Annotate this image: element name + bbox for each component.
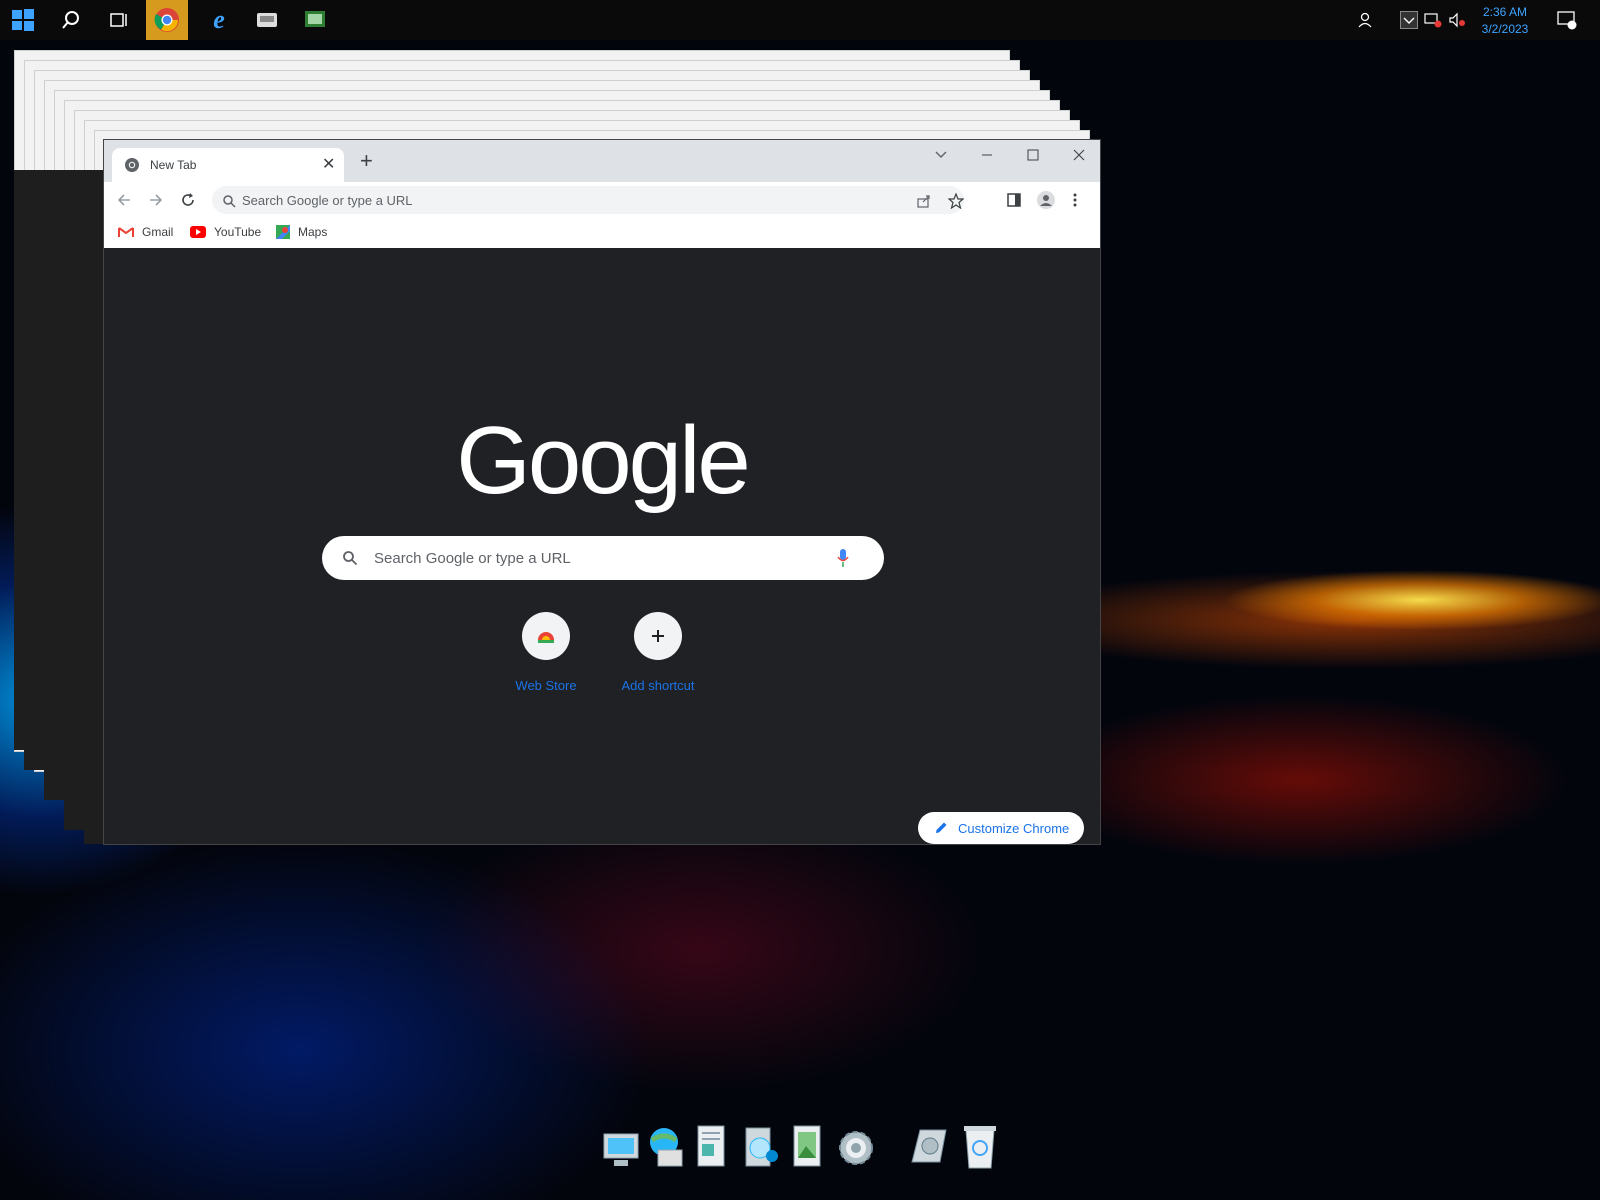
- shortcut-web-store[interactable]: Web Store: [490, 612, 602, 693]
- ntp-search-icon: [343, 551, 358, 566]
- task-view-icon: [110, 13, 127, 27]
- pictures-icon[interactable]: [788, 1122, 824, 1174]
- taskbar-app-button-2[interactable]: [292, 0, 338, 40]
- chrome-icon: [154, 8, 179, 32]
- network-disconnected-icon: [1424, 13, 1442, 28]
- menu-kebab-icon[interactable]: [1072, 192, 1078, 208]
- taskbar-app-button[interactable]: [244, 0, 290, 40]
- omnibox-search-icon: [223, 195, 236, 208]
- network-globe-icon[interactable]: [644, 1122, 688, 1174]
- bookmark-maps[interactable]: Maps: [276, 225, 327, 239]
- tray-people-button[interactable]: [1352, 0, 1382, 40]
- settings-gear-icon[interactable]: [834, 1122, 878, 1174]
- notification-icon: [1557, 11, 1577, 30]
- share-icon[interactable]: [916, 193, 932, 209]
- chevron-down-icon: [1400, 11, 1418, 29]
- customize-chrome-button[interactable]: Customize Chrome: [918, 812, 1084, 844]
- new-tab-button[interactable]: +: [360, 150, 373, 172]
- search-button[interactable]: [48, 0, 94, 40]
- disk-drive-icon[interactable]: [906, 1122, 950, 1174]
- ntp-search-box[interactable]: Search Google or type a URL: [322, 536, 884, 580]
- add-shortcut-tile[interactable]: [634, 612, 682, 660]
- bookmark-youtube[interactable]: YouTube: [190, 225, 261, 239]
- chrome-favicon-icon: [125, 158, 139, 172]
- tab-search-chevron-icon[interactable]: [934, 148, 948, 162]
- youtube-icon: [190, 226, 206, 238]
- reload-icon[interactable]: [180, 192, 196, 208]
- shortcut-label: Add shortcut: [621, 678, 695, 693]
- pencil-icon: [936, 822, 947, 833]
- side-panel-icon[interactable]: [1006, 192, 1022, 208]
- tray-network-button[interactable]: [1422, 0, 1444, 40]
- volume-muted-icon: [1449, 12, 1465, 28]
- toolbar: Search Google or type a URL: [104, 182, 1100, 218]
- documents-icon[interactable]: [692, 1122, 728, 1174]
- bookmark-label: Maps: [298, 225, 328, 239]
- back-icon[interactable]: [116, 192, 132, 208]
- shortcut-add[interactable]: Add shortcut: [602, 612, 714, 693]
- forward-icon[interactable]: [148, 192, 164, 208]
- tab-new-tab[interactable]: New Tab ✕: [112, 148, 344, 182]
- taskbar: e 2:36 AM 3/2/2023: [0, 0, 1600, 40]
- tray-volume-button[interactable]: [1446, 0, 1468, 40]
- internet-explorer-icon: e: [213, 5, 225, 34]
- profile-avatar-icon[interactable]: [1036, 190, 1056, 210]
- media-player-icon[interactable]: [740, 1122, 784, 1174]
- bookmark-gmail[interactable]: Gmail: [118, 225, 173, 239]
- plus-icon: [652, 630, 664, 642]
- app-icon-2: [305, 11, 325, 27]
- omnibox-placeholder: Search Google or type a URL: [242, 193, 413, 208]
- start-button[interactable]: [0, 0, 46, 40]
- shortcut-label: Web Store: [515, 678, 577, 693]
- bookmarks-bar: Gmail YouTube Maps: [104, 218, 1100, 248]
- tab-close-icon[interactable]: ✕: [322, 154, 335, 174]
- search-icon: [62, 11, 79, 29]
- web-store-icon: [538, 632, 554, 643]
- taskbar-chrome-button[interactable]: [146, 0, 188, 40]
- maximize-icon[interactable]: [1026, 148, 1040, 162]
- omnibox[interactable]: Search Google or type a URL: [212, 186, 964, 214]
- customize-chrome-label: Customize Chrome: [958, 821, 1070, 836]
- action-center-button[interactable]: [1552, 0, 1582, 40]
- ghost-window-body: [84, 240, 104, 844]
- bookmark-label: Gmail: [142, 225, 174, 239]
- tray-overflow-button[interactable]: [1398, 0, 1420, 40]
- computer-icon[interactable]: [600, 1122, 644, 1174]
- bookmark-star-icon[interactable]: [948, 193, 964, 209]
- microphone-icon[interactable]: [836, 548, 850, 568]
- clock-time: 2:36 AM: [1482, 5, 1528, 19]
- people-icon: [1358, 12, 1372, 28]
- chrome-window: New Tab ✕ + Search Google or type a URL …: [104, 140, 1100, 844]
- recycle-bin-icon[interactable]: [960, 1122, 1000, 1174]
- maps-icon: [276, 225, 290, 239]
- web-store-tile[interactable]: [522, 612, 570, 660]
- minimize-icon[interactable]: [980, 148, 994, 162]
- windows-start-icon: [12, 9, 34, 31]
- app-icon: [257, 13, 277, 27]
- google-logo: Google: [456, 407, 751, 514]
- ntp-search-placeholder: Search Google or type a URL: [374, 550, 571, 567]
- title-bar: New Tab ✕ +: [104, 140, 1100, 182]
- close-window-icon[interactable]: [1072, 148, 1086, 162]
- gmail-icon: [118, 227, 134, 237]
- tab-title: New Tab: [150, 158, 197, 172]
- task-view-button[interactable]: [96, 0, 142, 40]
- clock-date: 3/2/2023: [1481, 22, 1529, 36]
- tray-clock[interactable]: 2:36 AM 3/2/2023: [1470, 4, 1540, 38]
- bookmark-label: YouTube: [214, 225, 262, 239]
- taskbar-ie-button[interactable]: e: [196, 0, 242, 40]
- new-tab-page: Google Search Google or type a URL Web S…: [104, 248, 1100, 844]
